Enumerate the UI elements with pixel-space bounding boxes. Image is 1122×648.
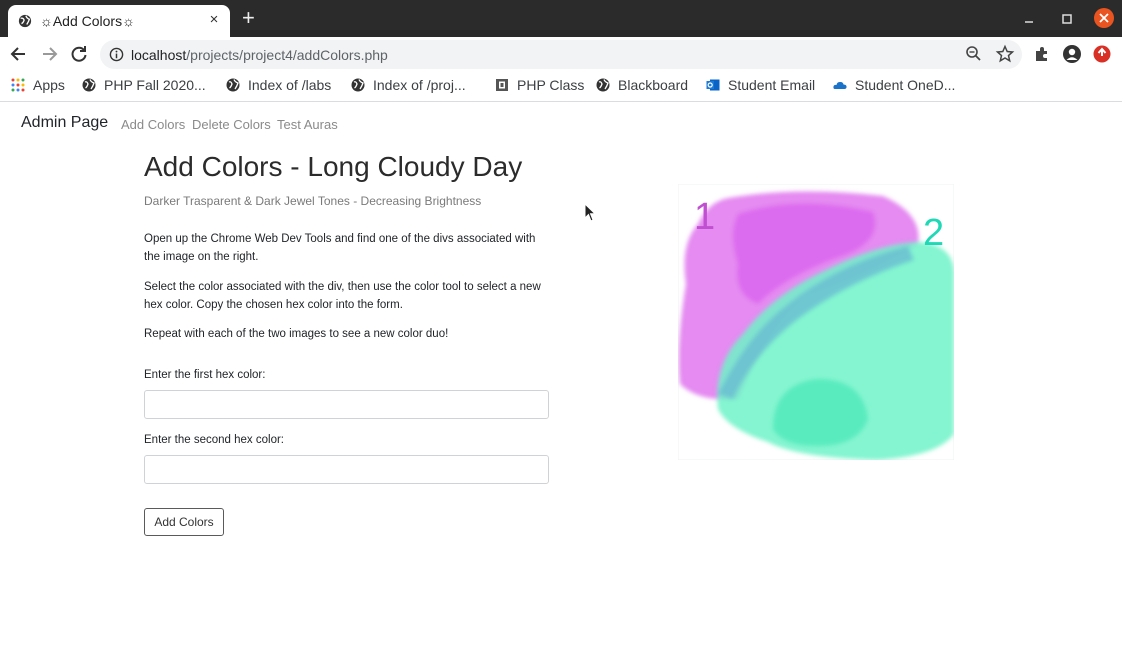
- nav-link-delete-colors[interactable]: Delete Colors: [192, 117, 271, 132]
- globe-icon: [18, 14, 32, 28]
- onedrive-icon: [833, 81, 847, 89]
- bookmark-label: PHP Class: [517, 77, 585, 93]
- close-tab-icon[interactable]: ×: [206, 11, 222, 28]
- image-label-1: 1: [694, 196, 715, 238]
- bookmark-label: Blackboard: [618, 77, 689, 93]
- minimize-icon[interactable]: [1020, 10, 1038, 28]
- bookmark-index-proj[interactable]: Index of /proj...: [351, 77, 466, 95]
- globe-icon: [351, 78, 365, 92]
- nav-link-add-colors[interactable]: Add Colors: [121, 117, 185, 132]
- page-subtitle: Darker Trasparent & Dark Jewel Tones - D…: [144, 194, 482, 208]
- browser-toolbar: localhost/projects/project4/addColors.ph…: [0, 37, 1122, 71]
- globe-icon: [226, 78, 240, 92]
- profile-avatar-icon[interactable]: [1062, 44, 1082, 64]
- url-host: localhost: [131, 47, 187, 63]
- bookmark-apps[interactable]: Apps: [11, 77, 65, 95]
- navbar-brand[interactable]: Admin Page: [21, 114, 108, 132]
- page-icon: [496, 79, 508, 91]
- browser-titlebar: ☼Add Colors☼ × +: [0, 0, 1122, 37]
- back-arrow-icon[interactable]: [8, 43, 30, 65]
- reload-icon[interactable]: [68, 43, 90, 65]
- color-artwork: 1 2: [678, 184, 954, 460]
- bookmark-star-icon[interactable]: [995, 44, 1015, 64]
- nav-link-test-auras[interactable]: Test Auras: [277, 117, 338, 132]
- page-title: Add Colors - Long Cloudy Day: [144, 151, 523, 182]
- bookmark-blackboard[interactable]: Blackboard: [596, 77, 688, 95]
- apps-grid-icon: [11, 78, 25, 92]
- image-label-2: 2: [923, 212, 944, 254]
- bookmark-index-labs[interactable]: Index of /labs: [226, 77, 331, 95]
- bookmark-label: Index of /labs: [248, 77, 332, 93]
- bookmark-php-class[interactable]: PHP Class: [495, 77, 584, 95]
- bookmark-label: Student Email: [728, 77, 816, 93]
- bookmark-label: Apps: [33, 77, 65, 93]
- first-hex-input[interactable]: [144, 390, 549, 419]
- mouse-cursor-icon: [584, 203, 596, 222]
- url-path: /projects/project4/addColors.php: [186, 47, 388, 63]
- instruction-paragraph: Select the color associated with the div…: [144, 281, 541, 311]
- new-tab-button[interactable]: +: [242, 7, 255, 29]
- window-close-icon[interactable]: [1094, 8, 1114, 28]
- instruction-paragraph: Open up the Chrome Web Dev Tools and fin…: [144, 233, 536, 263]
- zoom-icon[interactable]: [964, 44, 984, 64]
- address-bar[interactable]: localhost/projects/project4/addColors.ph…: [100, 40, 1022, 69]
- first-hex-label: Enter the first hex color:: [144, 369, 266, 381]
- bookmarks-bar: Apps PHP Fall 2020... Index of /labs Ind…: [0, 71, 1122, 102]
- admin-navbar: Admin Page Add Colors Delete Colors Test…: [0, 103, 1122, 143]
- bookmark-label: Index of /proj...: [373, 77, 466, 93]
- add-colors-button[interactable]: Add Colors: [144, 508, 224, 536]
- outlook-icon: [706, 79, 720, 91]
- bookmark-php-fall[interactable]: PHP Fall 2020...: [82, 77, 206, 95]
- maximize-icon[interactable]: [1058, 10, 1076, 28]
- instruction-paragraph: Repeat with each of the two images to se…: [144, 328, 449, 340]
- tab-title: ☼Add Colors☼: [40, 13, 135, 29]
- forward-arrow-icon[interactable]: [38, 43, 60, 65]
- info-icon[interactable]: [109, 47, 124, 62]
- extensions-puzzle-icon[interactable]: [1032, 44, 1052, 64]
- bookmark-label: PHP Fall 2020...: [104, 77, 206, 93]
- bookmark-student-email[interactable]: Student Email: [706, 77, 815, 95]
- bookmark-label: Student OneD...: [855, 77, 956, 93]
- browser-tab[interactable]: ☼Add Colors☼ ×: [8, 5, 230, 37]
- second-hex-input[interactable]: [144, 455, 549, 484]
- bookmark-student-onedrive[interactable]: Student OneD...: [833, 77, 955, 95]
- globe-icon: [596, 78, 610, 92]
- url-text[interactable]: localhost/projects/project4/addColors.ph…: [131, 47, 388, 63]
- second-hex-label: Enter the second hex color:: [144, 434, 284, 446]
- globe-icon: [82, 78, 96, 92]
- extension-badge-icon[interactable]: [1092, 44, 1112, 64]
